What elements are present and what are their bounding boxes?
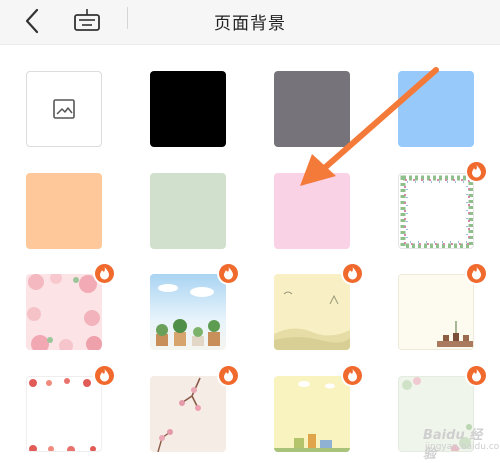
bg-pattern-sky-succulents[interactable]: [150, 274, 226, 350]
bg-pattern-cream-pots[interactable]: [398, 274, 474, 350]
bg-pattern-pink-flowers[interactable]: [26, 274, 102, 350]
bg-pattern-plum-blossom[interactable]: [150, 376, 226, 452]
bg-swatch-black[interactable]: [150, 71, 226, 147]
flame-icon: [472, 369, 481, 382]
bg-pattern-red-flowers-border[interactable]: [26, 376, 102, 452]
image-picker-tile[interactable]: [26, 71, 102, 147]
watermark: Baidu 经验 jingyan.baidu.com: [405, 420, 500, 462]
premium-badge: [467, 366, 486, 385]
flame-icon: [472, 165, 481, 178]
bg-swatch-light-blue[interactable]: [398, 71, 474, 147]
premium-badge: [95, 264, 114, 283]
bg-pattern-yellow-town[interactable]: [274, 376, 350, 452]
flame-icon: [348, 267, 357, 280]
watermark-sub: jingyan.baidu.com: [425, 442, 500, 452]
image-icon: [53, 99, 75, 119]
flame-icon: [224, 369, 233, 382]
premium-badge: [343, 366, 362, 385]
premium-badge: [219, 366, 238, 385]
flame-icon: [472, 267, 481, 280]
bg-pattern-landscape-yellow[interactable]: [274, 274, 350, 350]
premium-badge: [343, 264, 362, 283]
top-bar: 页面背景: [0, 0, 500, 45]
page-title: 页面背景: [214, 14, 286, 34]
premium-badge: [467, 264, 486, 283]
flame-icon: [100, 267, 109, 280]
bg-swatch-peach[interactable]: [26, 173, 102, 249]
bg-pattern-floral-frame[interactable]: [398, 173, 474, 249]
premium-badge: [467, 162, 486, 181]
bg-swatch-gray[interactable]: [274, 71, 350, 147]
bg-swatch-pink[interactable]: [274, 173, 350, 249]
bg-swatch-sage[interactable]: [150, 173, 226, 249]
premium-badge: [95, 366, 114, 385]
flame-icon: [224, 267, 233, 280]
flame-icon: [348, 369, 357, 382]
flame-icon: [100, 369, 109, 382]
premium-badge: [219, 264, 238, 283]
